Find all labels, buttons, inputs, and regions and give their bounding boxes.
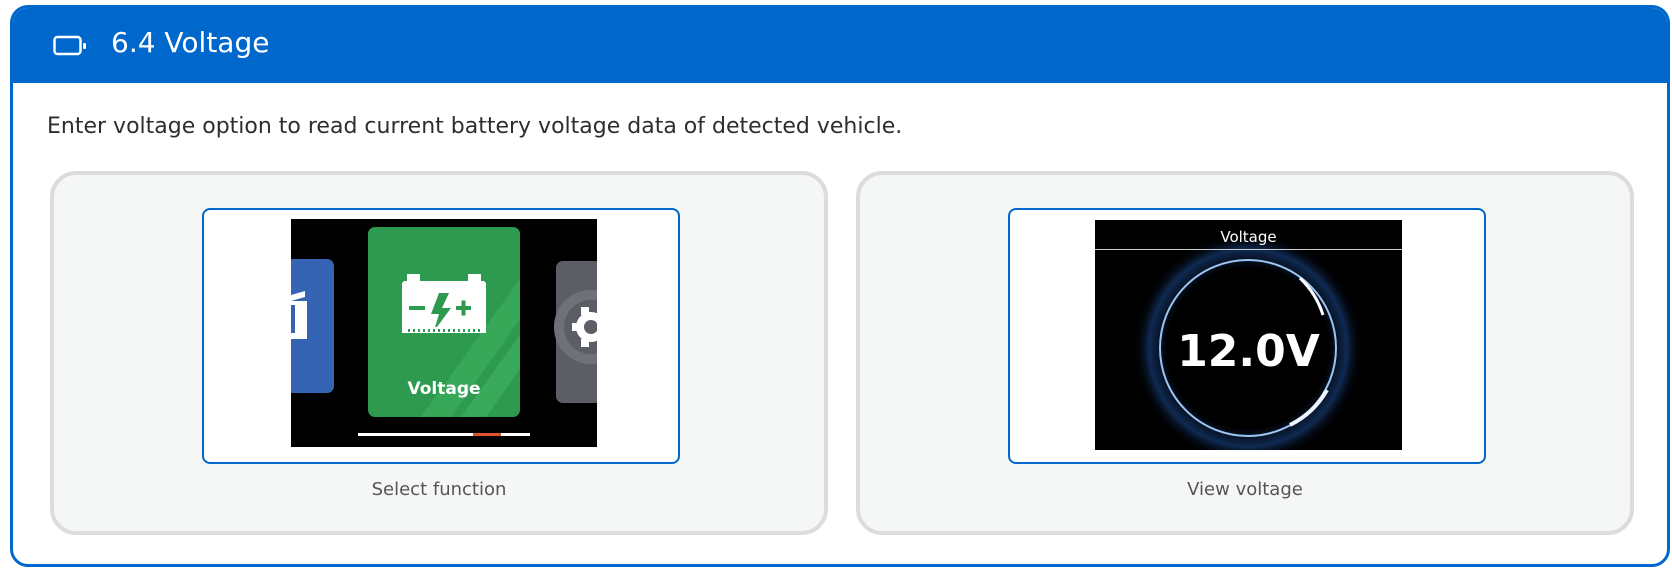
section-title: 6.4 Voltage — [111, 26, 270, 59]
step-panel-select-function: Voltage Select function — [50, 171, 828, 535]
section-description: Enter voltage option to read current bat… — [47, 114, 903, 139]
battery-charge-icon — [402, 274, 486, 333]
voltage-section-card: 6.4 Voltage Enter voltage option to read… — [10, 5, 1670, 567]
screenshot-frame: Voltage 12.0V — [1008, 208, 1486, 464]
step-caption: View voltage — [1187, 479, 1303, 500]
section-header: 6.4 Voltage — [13, 8, 1667, 83]
screen-title: Voltage — [1220, 228, 1277, 246]
step-panel-view-voltage: Voltage 12.0V View voltage — [856, 171, 1634, 535]
step-caption: Select function — [371, 479, 507, 500]
device-screen-menu: Voltage — [291, 219, 597, 447]
function-menu-graphic — [291, 227, 597, 436]
device-screen-voltage: Voltage 12.0V — [1095, 220, 1402, 450]
tile-label: Voltage — [407, 379, 481, 399]
battery-icon — [53, 35, 86, 56]
voltage-readout: 12.0V — [1177, 326, 1320, 377]
screenshot-frame: Voltage — [202, 208, 680, 464]
scroll-indicator — [358, 433, 530, 436]
title-divider — [1095, 249, 1402, 250]
